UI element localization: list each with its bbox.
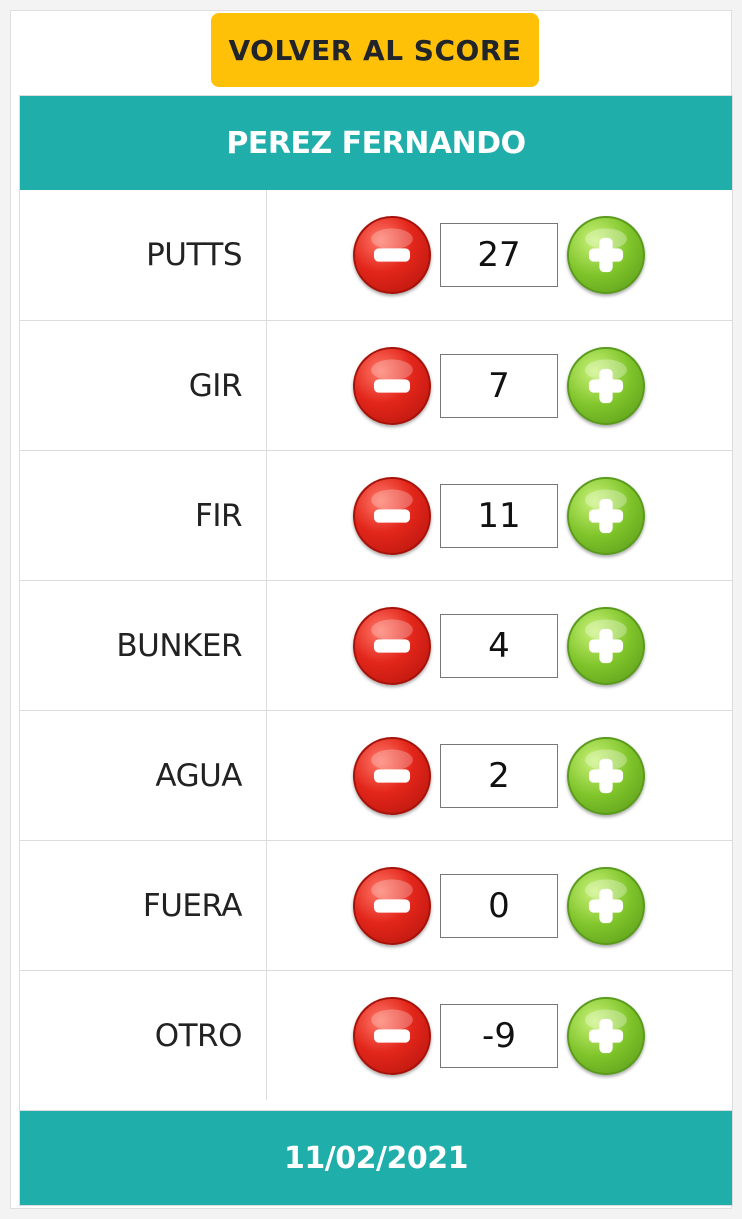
stat-value-agua[interactable]: 2 [440,743,558,808]
stat-label-fuera: FUERA [20,841,267,970]
stat-controls-fuera: 0 [267,841,732,970]
stat-row-agua: AGUA 2 [20,710,732,840]
increment-agua-button[interactable] [567,736,645,815]
stat-value-otro[interactable]: -9 [440,1003,558,1068]
player-name-header: PEREZ FERNANDO [20,96,732,190]
decrement-bunker-button[interactable] [353,606,431,685]
decrement-fir-button[interactable] [353,476,431,555]
increment-putts-button[interactable] [567,216,645,294]
stat-label-bunker: BUNKER [20,581,267,710]
stat-row-gir: GIR 7 [20,320,732,450]
increment-gir-button[interactable] [567,346,645,425]
stat-row-otro: OTRO -9 [20,970,732,1100]
increment-bunker-button[interactable] [567,606,645,685]
stat-label-gir: GIR [20,321,267,450]
stat-value-bunker[interactable]: 4 [440,613,558,678]
stats-table: PEREZ FERNANDO PUTTS 27 GIR 7 FIR 11 BUNKER 4 AG… [19,95,733,1206]
stat-row-fir: FIR 11 [20,450,732,580]
stat-controls-otro: -9 [267,971,732,1100]
table-spacer [20,1100,732,1110]
stat-controls-putts: 27 [267,190,732,320]
stat-value-fir[interactable]: 11 [440,483,558,548]
back-to-score-button[interactable]: VOLVER AL SCORE [211,13,539,87]
decrement-agua-button[interactable] [353,736,431,815]
stat-row-fuera: FUERA 0 [20,840,732,970]
stat-controls-gir: 7 [267,321,732,450]
stat-value-gir[interactable]: 7 [440,353,558,418]
decrement-fuera-button[interactable] [353,866,431,945]
increment-fuera-button[interactable] [567,866,645,945]
stat-label-agua: AGUA [20,711,267,840]
date-footer: 11/02/2021 [20,1110,732,1205]
stat-controls-bunker: 4 [267,581,732,710]
stat-label-otro: OTRO [20,971,267,1100]
increment-fir-button[interactable] [567,476,645,555]
decrement-otro-button[interactable] [353,996,431,1075]
increment-otro-button[interactable] [567,996,645,1075]
stat-label-fir: FIR [20,451,267,580]
decrement-putts-button[interactable] [353,216,431,294]
stat-controls-fir: 11 [267,451,732,580]
stat-row-putts: PUTTS 27 [20,190,732,320]
stat-row-bunker: BUNKER 4 [20,580,732,710]
stat-label-putts: PUTTS [20,190,267,320]
decrement-gir-button[interactable] [353,346,431,425]
stat-value-putts[interactable]: 27 [440,223,558,287]
stat-controls-agua: 2 [267,711,732,840]
stat-value-fuera[interactable]: 0 [440,873,558,938]
stats-page: VOLVER AL SCORE PEREZ FERNANDO PUTTS 27 GI… [10,10,733,1209]
